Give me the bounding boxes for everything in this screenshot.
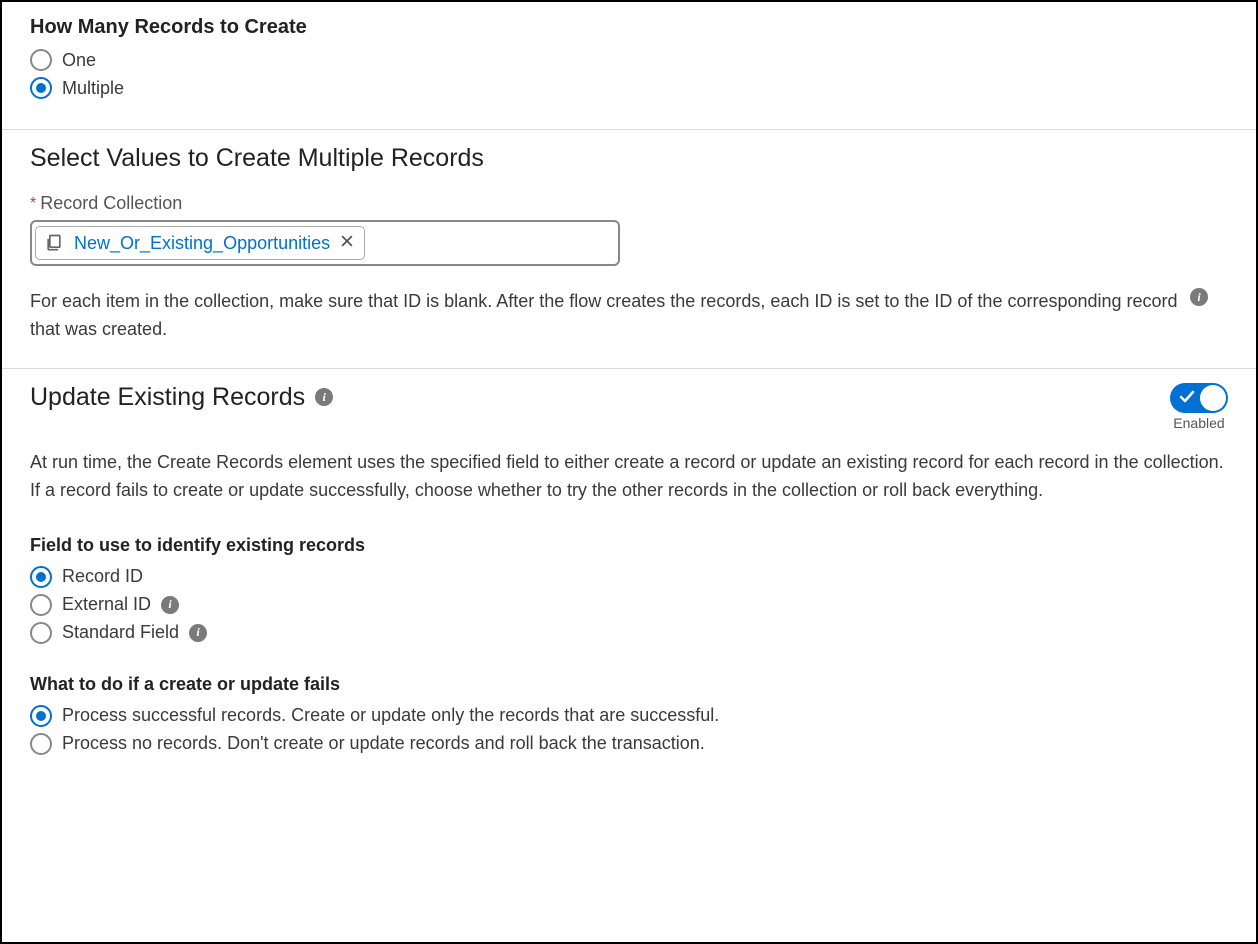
toggle-status-label: Enabled [1173,415,1224,431]
update-existing-toggle-wrap: Enabled [1170,383,1228,431]
update-existing-heading: Update Existing Records [30,383,305,412]
record-collection-value: New_Or_Existing_Opportunities [74,233,330,254]
radio-label: Process no records. Don't create or upda… [62,733,705,754]
collection-icon [42,231,66,255]
toggle-knob [1200,385,1226,411]
radio-icon [30,622,52,644]
update-existing-title-row: Update Existing Records i [30,383,333,412]
on-fail-heading: What to do if a create or update fails [30,674,1228,695]
radio-icon [30,566,52,588]
radio-option[interactable]: Record ID [30,566,1228,588]
on-fail-group: What to do if a create or update fails P… [30,674,1228,755]
identify-field-radio-group: Record ID External ID i Standard Field i [30,566,1228,644]
radio-label: Multiple [62,78,124,99]
check-icon [1179,388,1195,404]
radio-icon [30,594,52,616]
radio-icon [30,77,52,99]
required-indicator: * [30,195,36,213]
radio-icon [30,705,52,727]
update-existing-description: At run time, the Create Records element … [30,449,1228,505]
radio-label: Process successful records. Create or up… [62,705,719,726]
radio-icon [30,733,52,755]
section-select-values: Select Values to Create Multiple Records… [2,129,1256,368]
radio-label: External ID [62,594,151,615]
radio-dot [36,572,46,582]
info-icon[interactable]: i [315,388,333,406]
how-many-radio-group: One Multiple [30,49,1228,99]
collection-help-text-wrap: For each item in the collection, make su… [30,288,1228,344]
config-panel: How Many Records to Create One Multiple S… [0,0,1258,944]
section-update-existing: Update Existing Records i Enabled At run… [2,368,1256,785]
radio-option[interactable]: Process no records. Don't create or upda… [30,733,1228,755]
radio-option[interactable]: Standard Field i [30,622,1228,644]
record-collection-label: Record Collection [40,193,182,214]
radio-option[interactable]: Multiple [30,77,1228,99]
radio-dot [36,711,46,721]
radio-dot [36,83,46,93]
clear-pill-icon[interactable] [338,233,356,253]
info-icon[interactable]: i [161,596,179,614]
radio-option[interactable]: Process successful records. Create or up… [30,705,1228,727]
on-fail-radio-group: Process successful records. Create or up… [30,705,1228,755]
record-collection-label-row: * Record Collection [30,193,1228,214]
update-existing-toggle[interactable] [1170,383,1228,413]
section-how-many: How Many Records to Create One Multiple [2,2,1256,129]
collection-help-text: For each item in the collection, make su… [30,291,1178,339]
identify-field-group: Field to use to identify existing record… [30,535,1228,644]
radio-option[interactable]: One [30,49,1228,71]
info-icon[interactable]: i [1190,288,1208,306]
how-many-heading: How Many Records to Create [30,16,1228,39]
info-icon[interactable]: i [189,624,207,642]
radio-label: Standard Field [62,622,179,643]
update-existing-header: Update Existing Records i Enabled [30,383,1228,431]
radio-option[interactable]: External ID i [30,594,1228,616]
radio-label: One [62,50,96,71]
radio-label: Record ID [62,566,143,587]
select-values-heading: Select Values to Create Multiple Records [30,144,1228,173]
record-collection-pill[interactable]: New_Or_Existing_Opportunities [35,226,365,260]
record-collection-input[interactable]: New_Or_Existing_Opportunities [30,220,620,266]
radio-icon [30,49,52,71]
identify-field-heading: Field to use to identify existing record… [30,535,1228,556]
